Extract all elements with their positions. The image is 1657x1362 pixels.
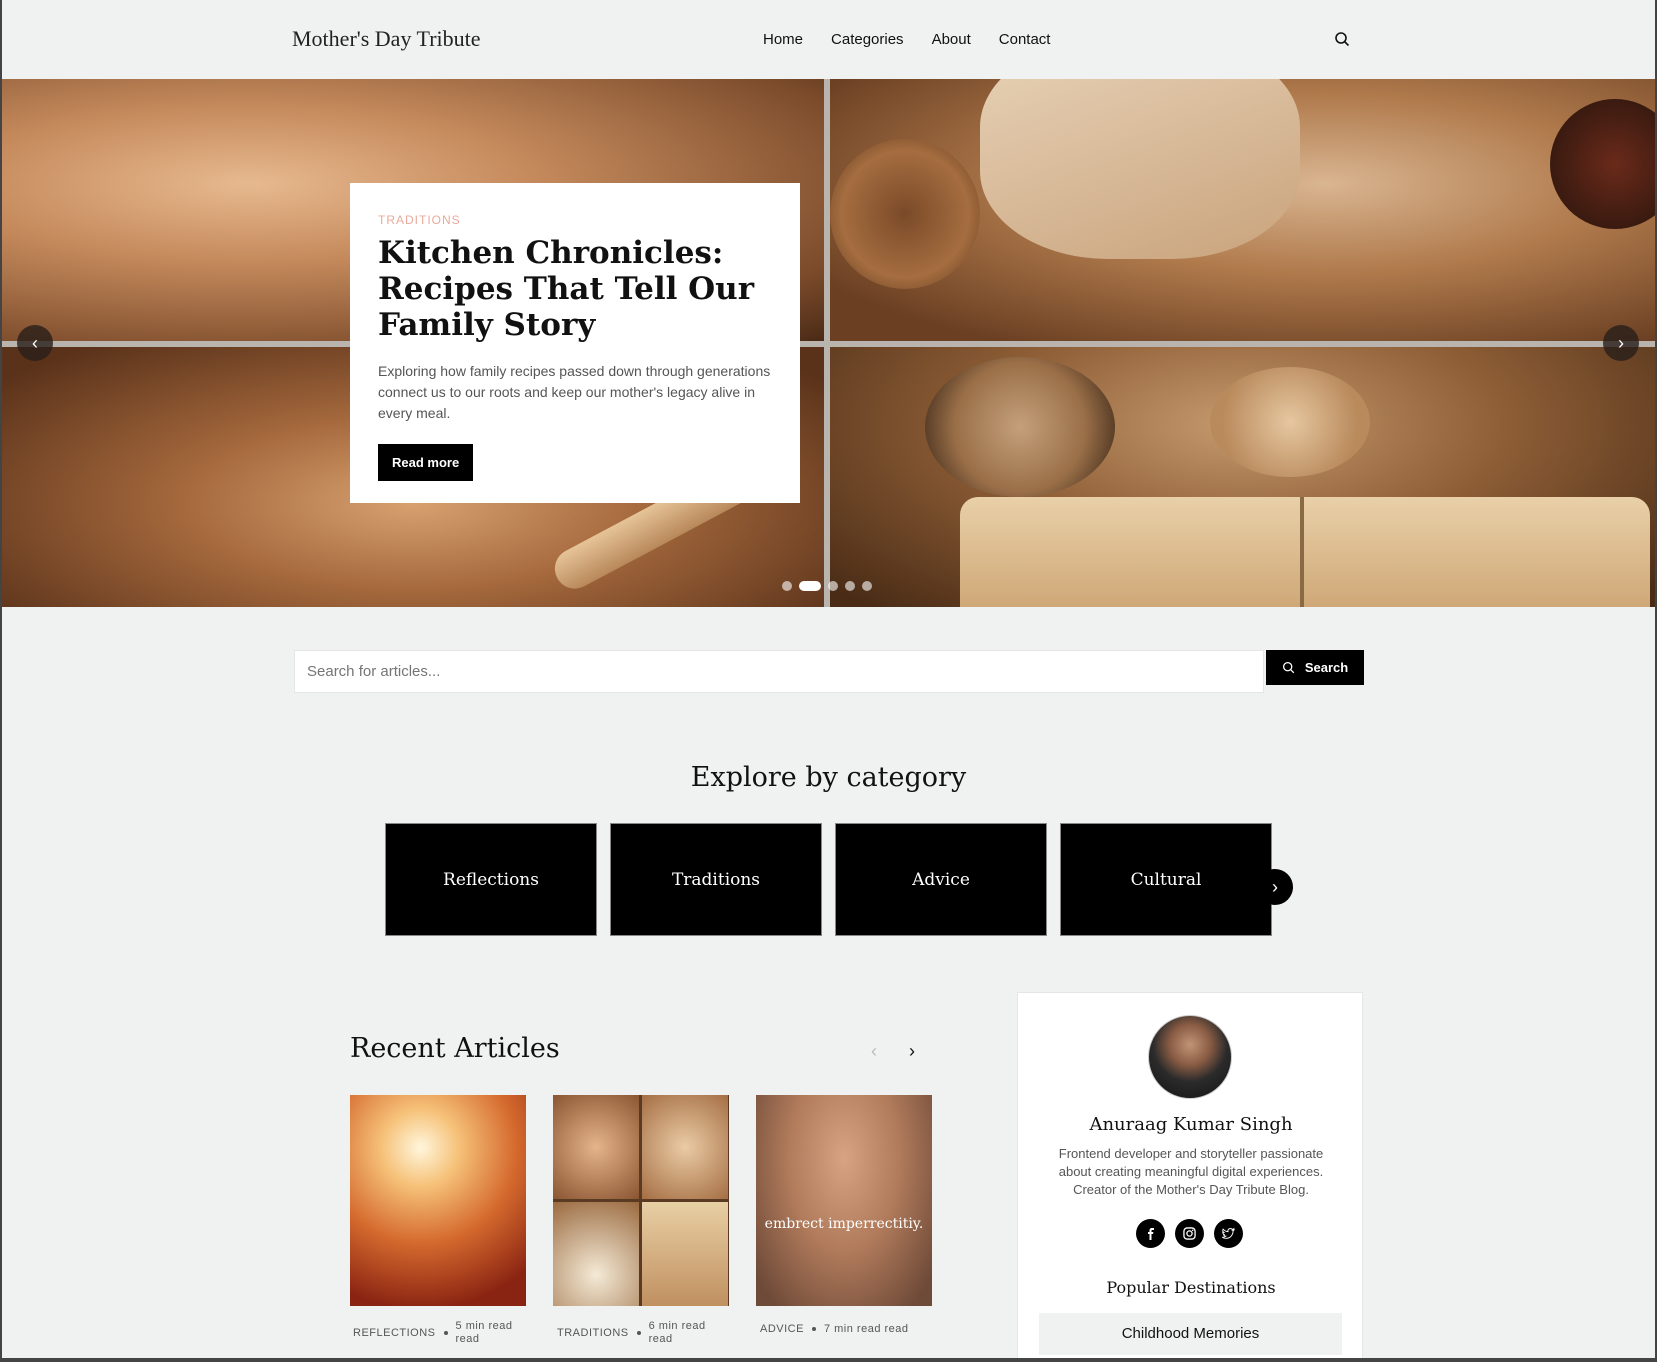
- search-icon: [1282, 661, 1295, 674]
- categories-title: Explore by category: [690, 762, 967, 793]
- hero-excerpt: Exploring how family recipes passed down…: [378, 363, 771, 421]
- chevron-right-icon: ›: [1618, 332, 1624, 353]
- article-image-reflections[interactable]: [350, 1095, 526, 1306]
- nav-categories[interactable]: Categories: [831, 31, 904, 48]
- chevron-left-icon: ‹: [32, 332, 38, 353]
- recent-prev-button[interactable]: ‹: [871, 1041, 877, 1062]
- search-icon[interactable]: [1334, 31, 1350, 47]
- author-name: Anuraag Kumar Singh: [1089, 1114, 1293, 1135]
- article-image-traditions[interactable]: [553, 1095, 729, 1306]
- read-more-button[interactable]: Read more: [378, 444, 474, 481]
- category-reflections[interactable]: Reflections: [385, 823, 597, 936]
- article-image-caption: embrect imperrectitiy.: [764, 1216, 924, 1232]
- recent-articles-title: Recent Articles: [350, 1033, 560, 1064]
- article-meta: ADVICE 7 min read read: [760, 1323, 909, 1335]
- social-links: [1136, 1219, 1243, 1248]
- carousel-dot[interactable]: [828, 581, 838, 591]
- article-category[interactable]: ADVICE: [760, 1323, 804, 1335]
- site-logo[interactable]: Mother's Day Tribute: [292, 26, 481, 52]
- hero-title[interactable]: Kitchen Chronicles: Recipes That Tell Ou…: [378, 235, 772, 343]
- chevron-right-icon: ›: [1272, 876, 1278, 897]
- instagram-icon[interactable]: [1175, 1219, 1204, 1248]
- meta-separator: [636, 1331, 641, 1335]
- carousel-dot[interactable]: [845, 581, 855, 591]
- categories-next-button[interactable]: ›: [1257, 869, 1293, 905]
- meta-separator: [811, 1327, 816, 1331]
- carousel-dot[interactable]: [782, 581, 792, 591]
- hero-prev-button[interactable]: ‹: [17, 325, 53, 361]
- nav-contact[interactable]: Contact: [999, 31, 1051, 48]
- carousel-dots: [782, 581, 872, 591]
- avatar: [1148, 1015, 1232, 1099]
- article-search: [294, 650, 1264, 693]
- article-image-advice[interactable]: embrect imperrectitiy.: [756, 1095, 932, 1306]
- author-bio: Frontend developer and storyteller passi…: [1058, 1146, 1324, 1197]
- category-traditions[interactable]: Traditions: [610, 823, 822, 936]
- nav-about[interactable]: About: [932, 31, 971, 48]
- hero-divider-horizontal: [2, 341, 1655, 347]
- main-nav: Home Categories About Contact: [763, 31, 1050, 48]
- search-input[interactable]: [295, 651, 1263, 692]
- hero-category-tag[interactable]: TRADITIONS: [378, 213, 772, 227]
- hero-carousel: TRADITIONS Kitchen Chronicles: Recipes T…: [2, 79, 1655, 607]
- meta-separator: [443, 1331, 448, 1335]
- author-sidebar: Anuraag Kumar Singh Frontend developer a…: [1017, 992, 1363, 1362]
- popular-title: Popular Destinations: [1106, 1278, 1276, 1297]
- category-advice[interactable]: Advice: [835, 823, 1047, 936]
- article-read-time: 7 min read read: [823, 1323, 909, 1335]
- article-category[interactable]: TRADITIONS: [557, 1327, 629, 1339]
- hero-card: TRADITIONS Kitchen Chronicles: Recipes T…: [350, 183, 800, 503]
- site-header: Mother's Day Tribute Home Categories Abo…: [2, 0, 1655, 79]
- article-meta: REFLECTIONS 5 min read read: [353, 1320, 516, 1346]
- category-cultural[interactable]: Cultural: [1060, 823, 1272, 936]
- article-category[interactable]: REFLECTIONS: [353, 1327, 436, 1339]
- twitter-icon[interactable]: [1214, 1219, 1243, 1248]
- hero-image-bowls: [830, 79, 1655, 341]
- carousel-dot[interactable]: [862, 581, 872, 591]
- hero-next-button[interactable]: ›: [1603, 325, 1639, 361]
- nav-home[interactable]: Home: [763, 31, 803, 48]
- facebook-icon[interactable]: [1136, 1219, 1165, 1248]
- recent-next-button[interactable]: ›: [909, 1041, 915, 1062]
- carousel-dot-active[interactable]: [799, 581, 821, 591]
- popular-item[interactable]: Childhood Memories: [1039, 1313, 1342, 1355]
- search-button-label: Search: [1304, 660, 1349, 675]
- article-read-time: 6 min read read: [648, 1320, 706, 1345]
- hero-image-recipe-book: [830, 347, 1655, 607]
- search-button[interactable]: Search: [1266, 650, 1364, 685]
- article-read-time: 5 min read read: [455, 1320, 513, 1345]
- window-border: [2, 1358, 1655, 1362]
- article-meta: TRADITIONS 6 min read read: [557, 1320, 709, 1346]
